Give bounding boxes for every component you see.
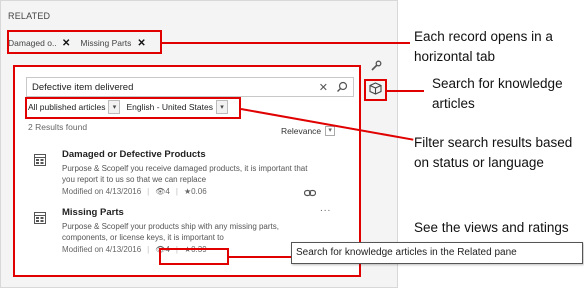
wrench-icon[interactable] [370, 60, 382, 72]
knowledge-icon-callout-box [364, 79, 387, 101]
tabs-callout-box [7, 30, 162, 54]
callout-connector [162, 42, 410, 44]
search-annotation: Search for knowledge articles [432, 76, 563, 111]
pane-title: RELATED [8, 11, 51, 21]
callout-connector [229, 256, 291, 258]
filter-callout-box [25, 97, 241, 119]
tabs-annotation: Each record opens in a horizontal tab [414, 29, 553, 64]
callout-connector [387, 90, 424, 92]
tooltip: Search for knowledge articles in the Rel… [291, 242, 583, 264]
ratings-callout-box [159, 248, 229, 265]
filter-annotation: Filter search results based on status or… [414, 135, 573, 170]
